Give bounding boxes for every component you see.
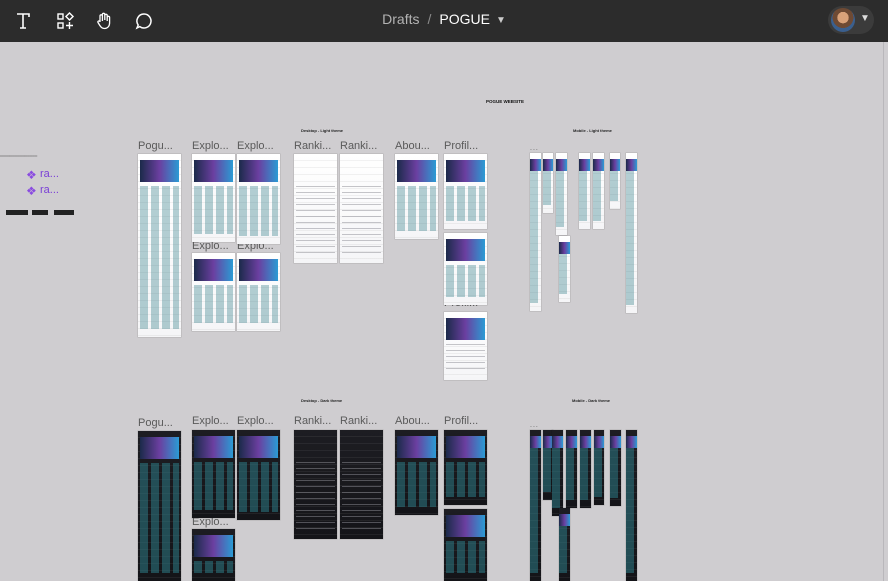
frame-explore-dark-3[interactable]: [192, 529, 235, 581]
frame-mobile-light-5[interactable]: [579, 153, 590, 229]
diamond-logo-icon: ❖: [26, 168, 37, 182]
frame-label[interactable]: Pogu...: [138, 140, 182, 152]
frame-label[interactable]: ...: [530, 145, 539, 152]
chevron-down-icon[interactable]: ▼: [496, 15, 506, 26]
frame-label[interactable]: Explo...: [237, 415, 281, 427]
frame-ranking-light-1[interactable]: [294, 154, 337, 263]
frame-label[interactable]: Ranki...: [294, 415, 338, 427]
frame-label[interactable]: ...: [530, 422, 539, 429]
swatch-chip: [32, 210, 48, 215]
frame-label[interactable]: Abou...: [395, 415, 439, 427]
diamond-logo-icon: ❖: [26, 184, 37, 198]
style-guide-note: ═══════════════: [0, 154, 38, 158]
top-toolbar: Drafts / POGUE ▼ ▼: [0, 0, 888, 42]
canvas-right-edge: [883, 42, 888, 581]
frame-label[interactable]: Ranki...: [294, 140, 338, 152]
frame-profile-dark-1[interactable]: [444, 430, 487, 505]
frame-profile-light-3[interactable]: [444, 312, 487, 380]
file-name[interactable]: POGUE: [439, 11, 490, 27]
brand-mark: ra...: [40, 168, 59, 180]
frame-mobile-light-6[interactable]: [593, 153, 604, 229]
frame-explore-light-4[interactable]: [237, 253, 280, 331]
frame-mobile-light-8[interactable]: [626, 153, 637, 313]
swatch-chip: [54, 210, 74, 215]
frame-mobile-dark-8[interactable]: [610, 430, 621, 506]
frame-mobile-light-3[interactable]: [556, 153, 567, 235]
frame-about-dark[interactable]: [395, 430, 438, 515]
breadcrumb-drafts[interactable]: Drafts: [382, 11, 419, 27]
frame-mobile-dark-4[interactable]: [559, 508, 570, 581]
frame-about-light[interactable]: [395, 154, 438, 239]
section-title-mobile-light: Mobile - Light theme: [573, 128, 612, 133]
frame-mobile-light-7[interactable]: [610, 153, 620, 209]
frame-explore-dark-2[interactable]: [237, 430, 280, 520]
page-title: POGUE WEBSITE: [486, 99, 525, 104]
frame-label[interactable]: Pogu...: [138, 417, 182, 429]
frame-mobile-dark-1[interactable]: [530, 430, 541, 581]
frame-label[interactable]: Profil...: [444, 415, 488, 427]
frame-profile-light-1[interactable]: [444, 154, 487, 229]
section-title-desktop-light: Desktop - Light theme: [301, 128, 344, 133]
frame-profile-light-2[interactable]: [444, 233, 487, 305]
frame-ranking-light-2[interactable]: [340, 154, 383, 263]
breadcrumb: Drafts / POGUE ▼: [0, 11, 888, 27]
frame-label[interactable]: Ranki...: [340, 140, 384, 152]
frame-mobile-dark-3[interactable]: [552, 430, 563, 516]
frame-explore-light-3[interactable]: [192, 253, 235, 331]
frame-mobile-dark-6[interactable]: [580, 430, 591, 508]
frame-pogue-home-dark[interactable]: [138, 431, 181, 581]
frame-label[interactable]: Abou...: [395, 140, 439, 152]
frame-label[interactable]: Explo...: [237, 140, 281, 152]
frame-mobile-dark-9[interactable]: [626, 430, 637, 581]
frame-explore-light-1[interactable]: [192, 154, 235, 242]
frame-mobile-light-1[interactable]: [530, 153, 541, 311]
frame-explore-light-2[interactable]: [237, 154, 280, 244]
frame-profile-dark-2[interactable]: [444, 509, 487, 581]
design-canvas[interactable]: POGUE WEBSITE Desktop - Light theme Mobi…: [0, 42, 888, 581]
style-guide-sheet[interactable]: ═══════════════ ❖ ra... ❖ ra...: [0, 154, 92, 234]
frame-ranking-dark-2[interactable]: [340, 430, 383, 539]
frame-pogue-home-light[interactable]: [138, 154, 181, 337]
brand-mark: ra...: [40, 184, 59, 196]
frame-mobile-light-4[interactable]: [559, 236, 570, 302]
frame-mobile-dark-7[interactable]: [594, 430, 604, 505]
section-title-desktop-dark: Desktop - Dark theme: [301, 398, 343, 403]
frame-label[interactable]: Explo...: [192, 415, 236, 427]
breadcrumb-separator: /: [427, 11, 432, 27]
user-menu-button[interactable]: ▼: [828, 6, 874, 34]
frame-mobile-dark-5[interactable]: [566, 430, 577, 508]
frame-ranking-dark-1[interactable]: [294, 430, 337, 539]
avatar: [831, 8, 855, 32]
frame-label[interactable]: Profil...: [444, 140, 488, 152]
frame-explore-dark-1[interactable]: [192, 430, 235, 518]
frame-label[interactable]: Explo...: [192, 140, 236, 152]
frame-label[interactable]: Ranki...: [340, 415, 384, 427]
chevron-down-icon: ▼: [860, 13, 870, 24]
section-title-mobile-dark: Mobile - Dark theme: [572, 398, 611, 403]
frame-mobile-light-2[interactable]: [543, 153, 553, 213]
swatch-chip: [6, 210, 28, 215]
